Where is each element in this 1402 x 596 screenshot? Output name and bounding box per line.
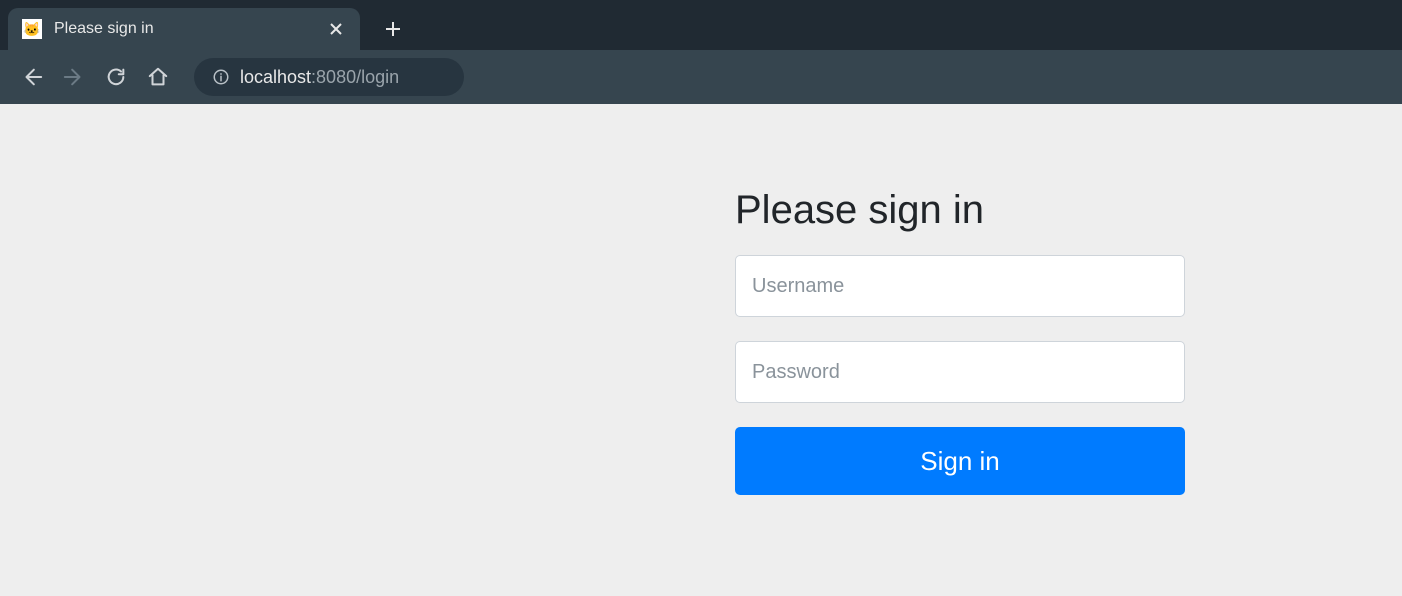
password-input[interactable] [735, 341, 1185, 403]
tab-title: Please sign in [54, 20, 314, 38]
reload-icon[interactable] [100, 61, 132, 93]
back-icon[interactable] [16, 61, 48, 93]
forward-icon [58, 61, 90, 93]
url-host: localhost [240, 67, 311, 87]
favicon-icon: 🐱 [22, 19, 42, 39]
page-title: Please sign in [735, 188, 1185, 233]
tab-strip: 🐱 Please sign in [0, 0, 1402, 50]
browser-chrome: 🐱 Please sign in localhost:80 [0, 0, 1402, 104]
signin-button[interactable]: Sign in [735, 427, 1185, 495]
close-tab-icon[interactable] [326, 19, 346, 39]
signin-form: Please sign in Sign in [735, 188, 1185, 495]
username-input[interactable] [735, 255, 1185, 317]
site-info-icon[interactable] [212, 68, 230, 86]
url-text: localhost:8080/login [240, 67, 399, 88]
browser-toolbar: localhost:8080/login [0, 50, 1402, 104]
new-tab-icon[interactable] [384, 8, 402, 50]
home-icon[interactable] [142, 61, 174, 93]
url-path: /login [356, 67, 399, 87]
browser-tab[interactable]: 🐱 Please sign in [8, 8, 360, 50]
page-content: Please sign in Sign in [0, 104, 1402, 596]
url-port: :8080 [311, 67, 356, 87]
address-bar[interactable]: localhost:8080/login [194, 58, 464, 96]
